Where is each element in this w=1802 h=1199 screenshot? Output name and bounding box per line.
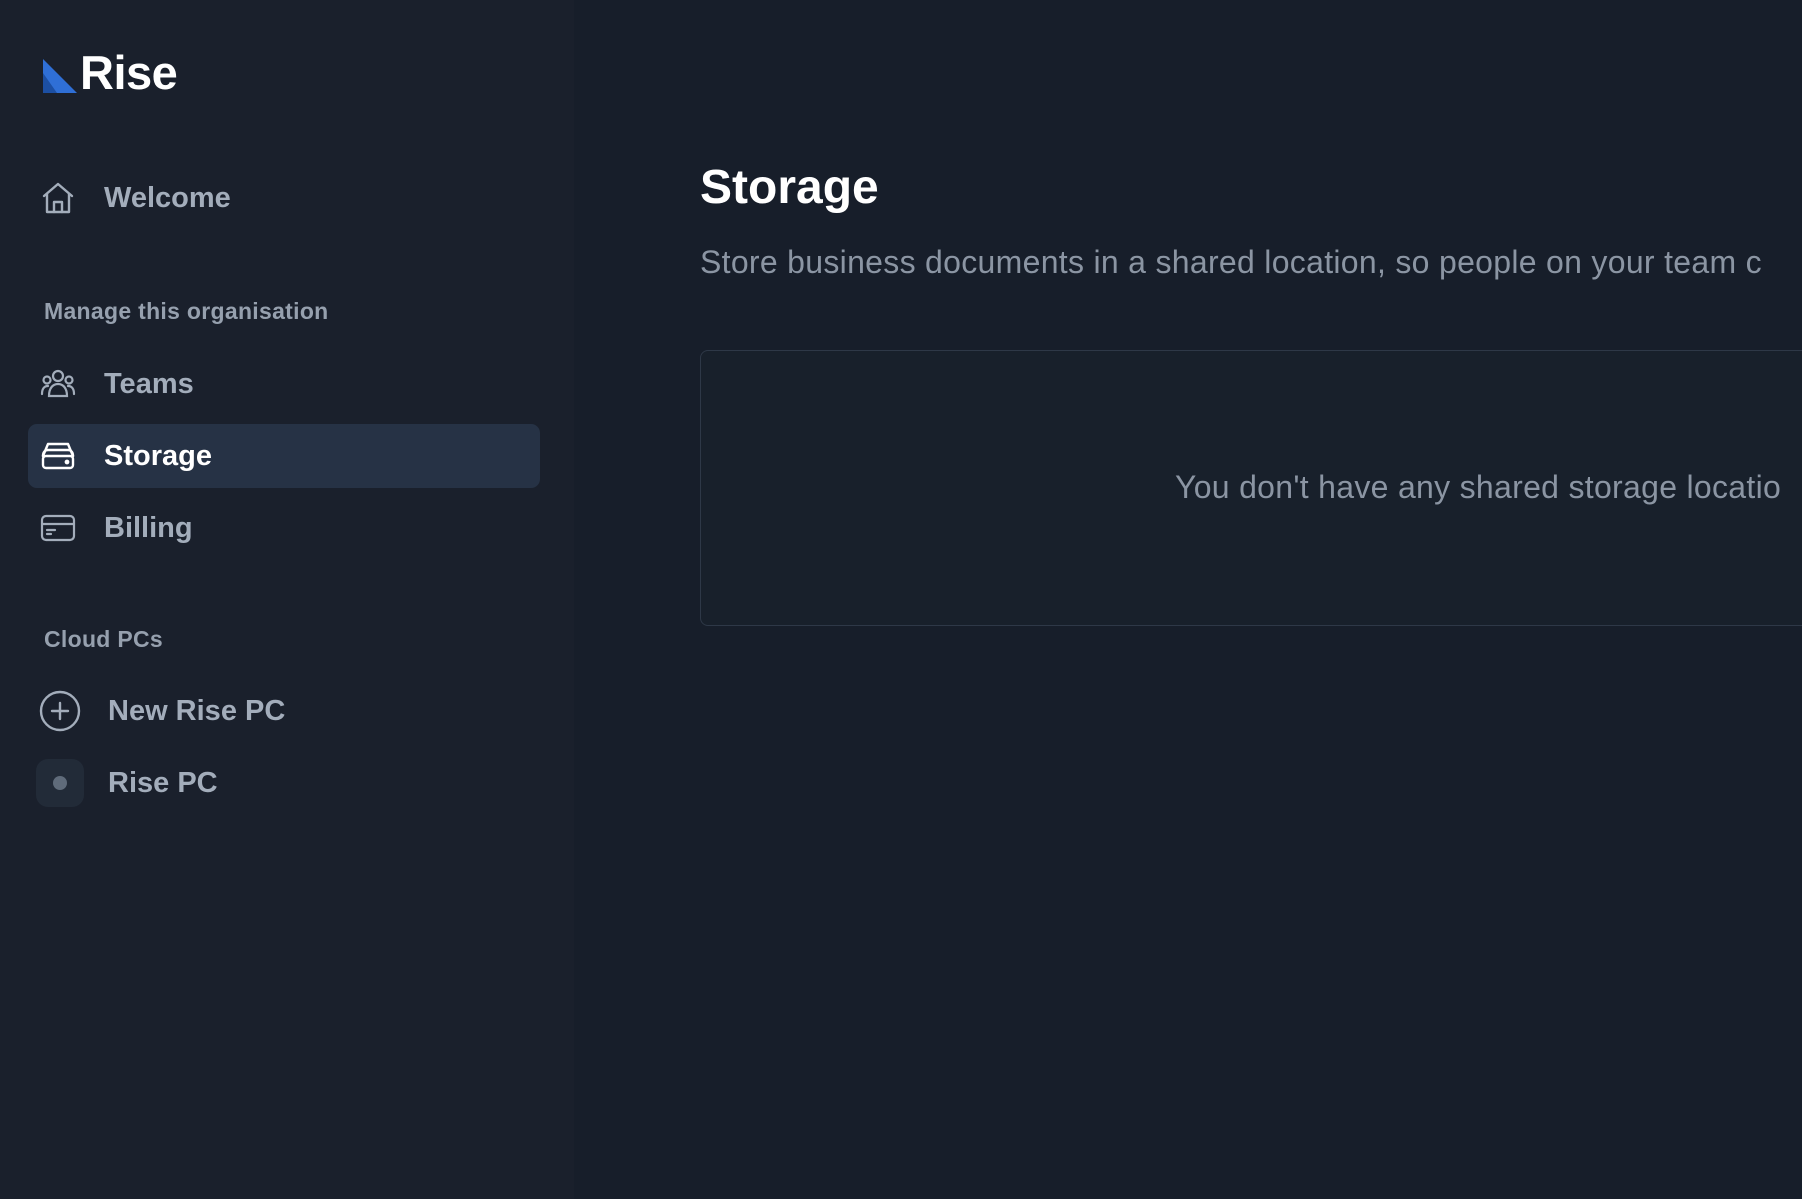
page-description: Store business documents in a shared loc…	[700, 244, 1762, 280]
storage-empty-state: You don't have any shared storage locati…	[700, 350, 1802, 626]
new-rise-pc-button[interactable]: New Rise PC	[36, 685, 540, 737]
page-title: Storage	[700, 161, 879, 214]
section-title-manage: Manage this organisation	[44, 298, 329, 324]
section-title-cloud-pcs: Cloud PCs	[44, 626, 163, 652]
home-icon	[42, 182, 74, 214]
sidebar-item-teams[interactable]: Teams	[28, 352, 540, 416]
new-rise-pc-label: New Rise PC	[108, 694, 286, 727]
sidebar-item-storage[interactable]: Storage	[28, 424, 540, 488]
sidebar: Rise Welcome Manage this organisation Te…	[0, 0, 574, 1199]
status-dot-icon	[53, 776, 67, 790]
sidebar-item-billing[interactable]: Billing	[28, 496, 540, 560]
sidebar-item-label: Teams	[104, 367, 194, 400]
app-window: Rise Welcome Manage this organisation Te…	[0, 0, 1802, 1199]
rise-pc-label: Rise PC	[108, 766, 218, 799]
sidebar-item-label: Billing	[104, 511, 193, 544]
empty-state-message: You don't have any shared storage locati…	[1175, 469, 1782, 505]
rise-logo[interactable]: Rise	[43, 44, 178, 100]
sidebar-item-welcome[interactable]: Welcome	[28, 166, 540, 230]
credit-card-icon	[40, 514, 76, 542]
sidebar-item-rise-pc[interactable]: Rise PC	[36, 757, 540, 809]
logo-text: Rise	[80, 45, 178, 99]
sidebar-item-label: Storage	[104, 439, 212, 472]
storage-icon	[41, 442, 75, 470]
rise-logo-icon	[43, 59, 77, 93]
sidebar-item-label: Welcome	[104, 181, 231, 214]
pc-status-badge	[36, 759, 84, 807]
users-icon	[40, 369, 76, 398]
plus-circle-icon	[39, 690, 81, 732]
